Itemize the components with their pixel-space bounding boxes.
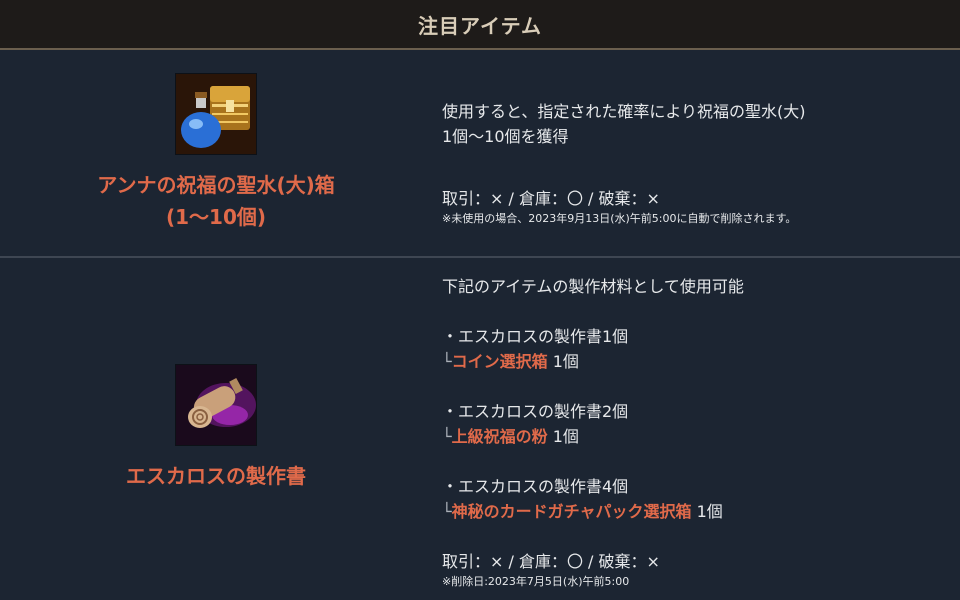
recipe-book-line: ・エスカロスの製作書1個 [442,327,629,346]
recipe-result-line: └コイン選択箱 1個 [442,349,960,374]
item-summary: エスカロスの製作書 [0,258,432,598]
section-header: 注目アイテム [0,0,960,50]
item-name-line2: (1〜10個) [165,205,266,229]
item-name: アンナの祝福の聖水(大)箱 (1〜10個) [97,169,334,233]
recipe-result-link[interactable]: 上級祝福の粉 [452,427,548,446]
deletion-note: ※未使用の場合、2023年9月13日(水)午前5:00に自動で削除されます。 [442,212,797,225]
recipe-book-line: ・エスカロスの製作書2個 [442,402,629,421]
recipe-result-link[interactable]: 神秘のカードガチャパック選択箱 [452,502,692,521]
item-summary: アンナの祝福の聖水(大)箱 (1〜10個) [0,50,432,256]
recipe-result-link[interactable]: コイン選択箱 [452,352,548,371]
branch-glyph: └ [442,352,452,371]
recipe-qty: 1個 [547,352,579,371]
description-line: 1個〜10個を獲得 [442,127,569,146]
trade-info: 取引：× / 倉庫：〇 / 破棄：× [442,552,660,571]
branch-glyph: └ [442,427,452,446]
deletion-note: ※削除日:2023年7月5日(水)午前5:00 [442,575,630,588]
item-row-escaros-recipe: エスカロスの製作書 下記のアイテムの製作材料として使用可能 ・エスカロスの製作書… [0,258,960,598]
item-name: エスカロスの製作書 [126,464,306,488]
recipe-qty: 1個 [691,502,723,521]
section-title: 注目アイテム [418,13,542,38]
description-line: 使用すると、指定された確率により祝福の聖水(大) [442,102,806,121]
recipe-result-line: └上級祝福の粉 1個 [442,424,960,449]
treasure-chest-potion-icon [175,73,257,155]
item-row-holy-water-box: アンナの祝福の聖水(大)箱 (1〜10個) 使用すると、指定された確率により祝福… [0,50,960,258]
item-name-line1: アンナの祝福の聖水(大)箱 [97,173,335,197]
description-line: 下記のアイテムの製作材料として使用可能 [442,277,744,296]
item-details: 下記のアイテムの製作材料として使用可能 ・エスカロスの製作書1個 └コイン選択箱… [432,258,960,598]
recipe-result-line: └神秘のカードガチャパック選択箱 1個 [442,499,960,524]
scroll-icon [175,364,257,446]
trade-info: 取引：× / 倉庫：〇 / 破棄：× [442,189,660,208]
recipe-qty: 1個 [547,427,579,446]
branch-glyph: └ [442,502,452,521]
item-details: 使用すると、指定された確率により祝福の聖水(大) 1個〜10個を獲得 取引：× … [432,50,960,256]
recipe-book-line: ・エスカロスの製作書4個 [442,477,629,496]
